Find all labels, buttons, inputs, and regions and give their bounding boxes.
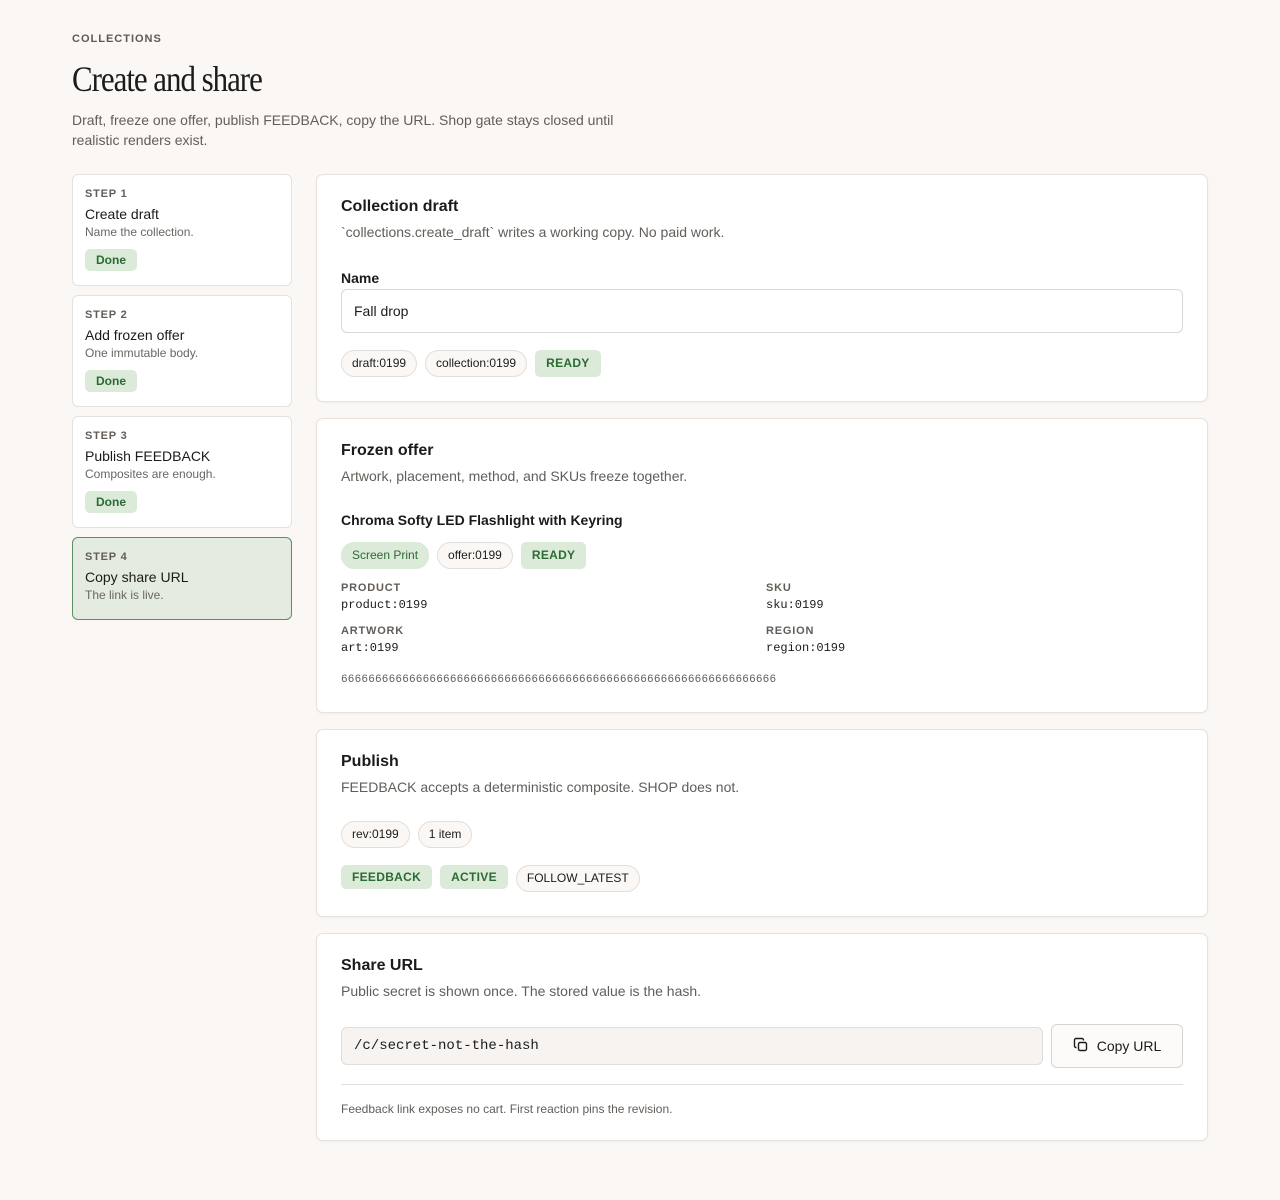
card-title: Publish bbox=[341, 753, 399, 770]
collection-id-chip: collection:0199 bbox=[425, 350, 528, 377]
policy-chip: FOLLOW_LATEST bbox=[515, 865, 640, 892]
offer-id-chip: offer:0199 bbox=[437, 542, 513, 569]
item-count-chip: 1 item bbox=[417, 821, 473, 848]
status-badge: Done bbox=[85, 370, 137, 392]
field-key: PRODUCT bbox=[341, 582, 401, 594]
share-url-field[interactable]: /c/secret-not-the-hash bbox=[341, 1027, 1043, 1065]
collection-draft-card: Collection draft `collections.create_dra… bbox=[316, 174, 1208, 402]
sku-field: SKU sku:0199 bbox=[766, 582, 824, 612]
field-value: product:0199 bbox=[341, 598, 428, 612]
breadcrumb: COLLECTIONS bbox=[72, 33, 162, 45]
status-badge: READY bbox=[535, 350, 601, 377]
channel-badge: FEEDBACK bbox=[341, 865, 433, 889]
draft-id-chip: draft:0199 bbox=[341, 350, 418, 377]
step-desc: Name the collection. bbox=[85, 225, 194, 239]
publish-status-chips: FEEDBACK ACTIVE FOLLOW_LATEST bbox=[341, 865, 640, 892]
step-copy-share-url[interactable]: STEP 4 Copy share URL The link is live. bbox=[72, 537, 292, 620]
card-title: Share URL bbox=[341, 957, 423, 974]
field-key: SKU bbox=[766, 582, 792, 594]
collection-name-input[interactable] bbox=[341, 289, 1183, 333]
copy-icon bbox=[1073, 1037, 1089, 1056]
state-badge: ACTIVE bbox=[440, 865, 508, 889]
step-desc: Composites are enough. bbox=[85, 467, 216, 481]
page-title: Create and share bbox=[72, 59, 263, 99]
steps-sidebar: STEP 1 Create draft Name the collection.… bbox=[72, 174, 292, 629]
card-subtitle: Artwork, placement, method, and SKUs fre… bbox=[341, 468, 688, 484]
footnote: Feedback link exposes no cart. First rea… bbox=[341, 1102, 673, 1116]
status-badge: Done bbox=[85, 491, 137, 513]
field-value: sku:0199 bbox=[766, 598, 824, 612]
publish-chips: rev:0199 1 item bbox=[341, 821, 473, 848]
step-publish-feedback[interactable]: STEP 3 Publish FEEDBACK Composites are e… bbox=[72, 416, 292, 528]
artwork-field: ARTWORK art:0199 bbox=[341, 625, 404, 655]
publish-card: Publish FEEDBACK accepts a deterministic… bbox=[316, 729, 1208, 917]
method-chip: Screen Print bbox=[341, 542, 430, 569]
copy-url-button[interactable]: Copy URL bbox=[1051, 1024, 1183, 1068]
draft-chips: draft:0199 collection:0199 READY bbox=[341, 350, 601, 377]
share-url-card: Share URL Public secret is shown once. T… bbox=[316, 933, 1208, 1141]
revision-chip: rev:0199 bbox=[341, 821, 410, 848]
step-kicker: STEP 3 bbox=[85, 430, 128, 442]
product-field: PRODUCT product:0199 bbox=[341, 582, 427, 612]
copy-url-label: Copy URL bbox=[1096, 1038, 1162, 1054]
field-value: art:0199 bbox=[341, 641, 399, 655]
step-kicker: STEP 1 bbox=[85, 188, 128, 200]
divider bbox=[341, 1084, 1183, 1085]
step-title: Add frozen offer bbox=[85, 327, 185, 343]
status-badge: READY bbox=[520, 542, 587, 569]
step-title: Publish FEEDBACK bbox=[85, 448, 211, 464]
card-subtitle: `collections.create_draft` writes a work… bbox=[341, 224, 725, 240]
offer-chips: Screen Print offer:0199 READY bbox=[341, 542, 587, 569]
card-title: Collection draft bbox=[341, 198, 459, 215]
page-subtitle: Draft, freeze one offer, publish FEEDBAC… bbox=[72, 112, 614, 148]
frozen-offer-card: Frozen offer Artwork, placement, method,… bbox=[316, 418, 1208, 713]
field-value: region:0199 bbox=[766, 641, 846, 655]
card-subtitle: FEEDBACK accepts a deterministic composi… bbox=[341, 779, 740, 795]
step-desc: One immutable body. bbox=[85, 346, 199, 360]
field-key: REGION bbox=[766, 625, 815, 637]
step-title: Create draft bbox=[85, 206, 159, 222]
status-badge: Done bbox=[85, 249, 137, 271]
region-field: REGION region:0199 bbox=[766, 625, 845, 655]
field-key: ARTWORK bbox=[341, 625, 405, 637]
name-label: Name bbox=[341, 270, 380, 286]
product-name: Chroma Softy LED Flashlight with Keyring bbox=[341, 512, 623, 528]
step-title: Copy share URL bbox=[85, 569, 189, 585]
offer-hash: 6666666666666666666666666666666666666666… bbox=[341, 674, 777, 686]
step-kicker: STEP 2 bbox=[85, 309, 128, 321]
card-title: Frozen offer bbox=[341, 442, 434, 459]
step-add-frozen-offer[interactable]: STEP 2 Add frozen offer One immutable bo… bbox=[72, 295, 292, 407]
step-desc: The link is live. bbox=[85, 588, 164, 602]
step-kicker: STEP 4 bbox=[85, 551, 128, 563]
step-create-draft[interactable]: STEP 1 Create draft Name the collection.… bbox=[72, 174, 292, 286]
card-subtitle: Public secret is shown once. The stored … bbox=[341, 983, 702, 999]
